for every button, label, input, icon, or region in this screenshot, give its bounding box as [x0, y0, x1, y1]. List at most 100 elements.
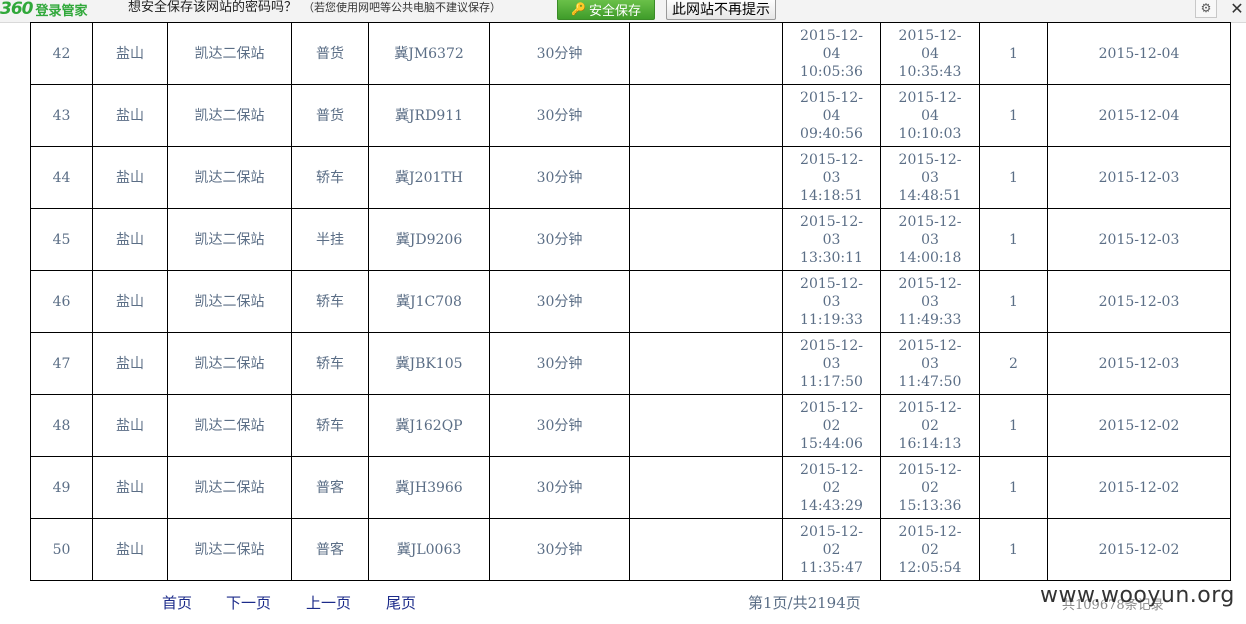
datetime-part: 2015-12-: [898, 523, 962, 540]
never-prompt-button[interactable]: 此网站不再提示: [666, 0, 776, 20]
row-number: 46: [30, 270, 93, 333]
station-cell: 凯达二保站: [167, 394, 292, 457]
secure-save-label: 安全保存: [588, 3, 641, 19]
duration-cell: 30分钟: [489, 394, 630, 457]
date-cell: 2015-12-03: [1047, 208, 1231, 271]
last-page-link[interactable]: 尾页: [386, 592, 416, 613]
vehicle-type-cell: 普货: [291, 22, 369, 85]
exit-time-cell: 2015-12- 02 12:05:54: [880, 518, 980, 581]
date-cell: 2015-12-02: [1047, 394, 1231, 457]
plate-cell: 冀JH3966: [368, 456, 490, 519]
duration-cell: 30分钟: [489, 146, 630, 209]
datetime-part: 09:40:56: [800, 125, 863, 142]
station-cell: 凯达二保站: [167, 518, 292, 581]
entry-time-cell: 2015-12- 03 14:18:51: [782, 146, 881, 209]
password-save-bar: 360 登录管家 想安全保存该网站的密码吗？ （若您使用网吧等公共电脑不建议保存）…: [0, 0, 1246, 23]
table-row: 48 盐山 凯达二保站 轿车 冀J162QP 30分钟 2015-12- 02 15:44:06…: [30, 394, 1231, 457]
row-number: 49: [30, 456, 93, 519]
datetime-part: 10:05:36: [800, 63, 863, 80]
count-cell: 2: [979, 332, 1048, 395]
datetime-part: 04: [921, 107, 939, 124]
datetime-part: 12:05:54: [898, 559, 962, 576]
datetime-part: 2015-12-: [800, 27, 863, 44]
port-cell: 盐山: [92, 22, 168, 85]
port-cell: 盐山: [92, 394, 168, 457]
datetime-part: 04: [822, 45, 841, 62]
port-cell: 盐山: [92, 332, 168, 395]
table-row: 42 盐山 凯达二保站 普货 冀JM6372 30分钟 2015-12- 04 10:05:36…: [30, 22, 1231, 85]
entry-time-cell: 2015-12- 03 13:30:11: [782, 208, 881, 271]
entry-time-cell: 2015-12- 02 11:35:47: [782, 518, 881, 581]
row-number: 48: [30, 394, 93, 457]
row-number: 45: [30, 208, 93, 271]
plate-cell: 冀J201TH: [368, 146, 490, 209]
next-page-link[interactable]: 下一页: [226, 592, 271, 613]
datetime-part: 03: [921, 293, 939, 310]
note-cell: [629, 518, 783, 581]
note-cell: [629, 456, 783, 519]
settings-gear-icon[interactable]: ⚙: [1195, 0, 1217, 18]
station-cell: 凯达二保站: [167, 22, 292, 85]
datetime-part: 10:10:03: [898, 125, 962, 142]
row-number: 44: [30, 146, 93, 209]
port-cell: 盐山: [92, 146, 168, 209]
datetime-part: 11:19:33: [800, 311, 863, 328]
datetime-part: 14:18:51: [800, 187, 863, 204]
datetime-part: 16:14:13: [898, 435, 962, 452]
close-icon[interactable]: ✕: [1228, 0, 1246, 18]
exit-time-cell: 2015-12- 04 10:10:03: [880, 84, 980, 147]
datetime-part: 2015-12-: [800, 461, 863, 478]
note-cell: [629, 270, 783, 333]
datetime-part: 03: [822, 231, 841, 248]
station-cell: 凯达二保站: [167, 270, 292, 333]
datetime-part: 2015-12-: [898, 89, 962, 106]
table-row: 46 盐山 凯达二保站 轿车 冀J1C708 30分钟 2015-12- 03 11:19:33…: [30, 270, 1231, 333]
exit-time-cell: 2015-12- 04 10:35:43: [880, 22, 980, 85]
port-cell: 盐山: [92, 208, 168, 271]
station-cell: 凯达二保站: [167, 456, 292, 519]
360-brand-logo: 360 登录管家: [0, 0, 88, 20]
datetime-part: 04: [921, 45, 939, 62]
datetime-part: 11:17:50: [800, 373, 863, 390]
datetime-part: 11:35:47: [800, 559, 863, 576]
first-page-link[interactable]: 首页: [162, 592, 192, 613]
station-cell: 凯达二保站: [167, 208, 292, 271]
datetime-part: 11:49:33: [898, 311, 962, 328]
table-row: 43 盐山 凯达二保站 普货 冀JRD911 30分钟 2015-12- 04 09:40:56…: [30, 84, 1231, 147]
datetime-part: 10:35:43: [898, 63, 962, 80]
vehicle-type-cell: 轿车: [291, 394, 369, 457]
datetime-part: 03: [921, 231, 939, 248]
duration-cell: 30分钟: [489, 22, 630, 85]
datetime-part: 2015-12-: [898, 461, 962, 478]
count-cell: 1: [979, 518, 1048, 581]
datetime-part: 2015-12-: [800, 399, 863, 416]
records-table: 42 盐山 凯达二保站 普货 冀JM6372 30分钟 2015-12- 04 10:05:36…: [30, 22, 1231, 581]
count-cell: 1: [979, 270, 1048, 333]
port-cell: 盐山: [92, 456, 168, 519]
entry-time-cell: 2015-12- 04 09:40:56: [782, 84, 881, 147]
exit-time-cell: 2015-12- 02 16:14:13: [880, 394, 980, 457]
brand-number: 360: [0, 0, 33, 19]
count-cell: 1: [979, 394, 1048, 457]
exit-time-cell: 2015-12- 03 11:49:33: [880, 270, 980, 333]
table-row: 45 盐山 凯达二保站 半挂 冀JD9206 30分钟 2015-12- 03 13:30:11…: [30, 208, 1231, 271]
brand-name: 登录管家: [35, 3, 88, 19]
datetime-part: 13:30:11: [800, 249, 863, 266]
count-cell: 1: [979, 146, 1048, 209]
count-cell: 1: [979, 456, 1048, 519]
datetime-part: 2015-12-: [800, 89, 863, 106]
duration-cell: 30分钟: [489, 84, 630, 147]
station-cell: 凯达二保站: [167, 146, 292, 209]
plate-cell: 冀JD9206: [368, 208, 490, 271]
datetime-part: 02: [921, 417, 939, 434]
row-number: 43: [30, 84, 93, 147]
table-row: 44 盐山 凯达二保站 轿车 冀J201TH 30分钟 2015-12- 03 14:18:51…: [30, 146, 1231, 209]
datetime-part: 15:44:06: [800, 435, 863, 452]
prev-page-link[interactable]: 上一页: [306, 592, 351, 613]
datetime-part: 2015-12-: [898, 213, 962, 230]
row-number: 42: [30, 22, 93, 85]
datetime-part: 2015-12-: [800, 337, 863, 354]
secure-save-button[interactable]: 🔑 安全保存: [557, 0, 655, 20]
datetime-part: 02: [822, 541, 841, 558]
vehicle-type-cell: 普货: [291, 84, 369, 147]
